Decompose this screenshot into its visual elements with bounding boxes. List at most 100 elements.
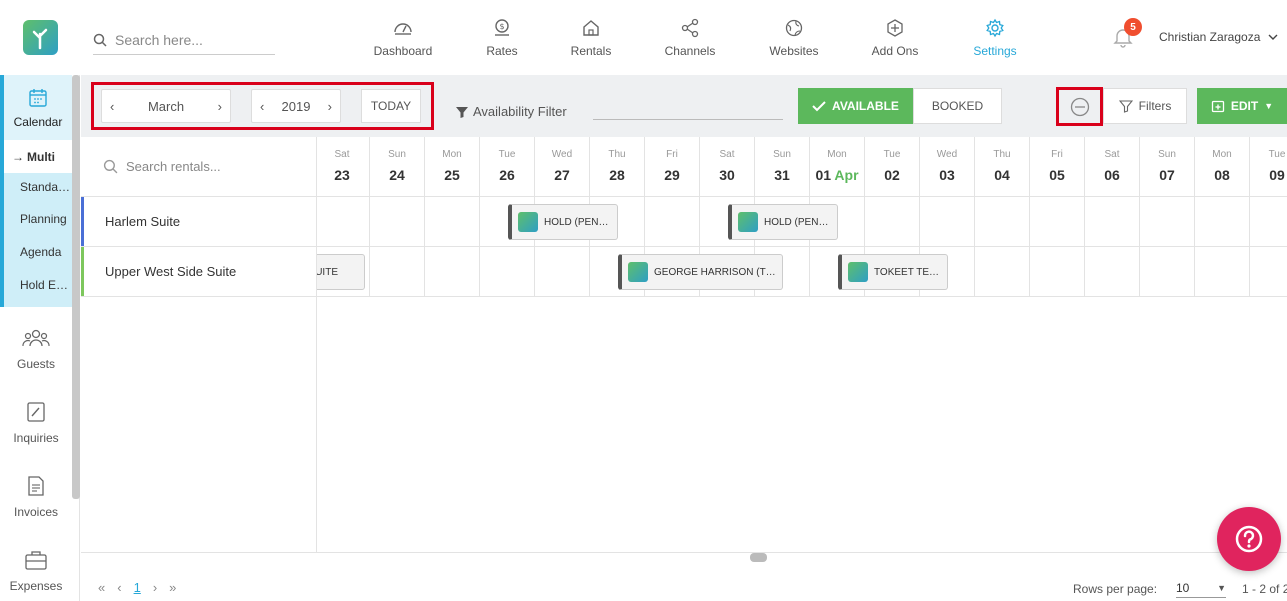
calendar-cell[interactable] bbox=[1250, 247, 1287, 297]
rows-per-page-select[interactable]: 10 ▼ bbox=[1176, 578, 1226, 598]
calendar-cell[interactable] bbox=[1250, 197, 1287, 247]
edit-button[interactable]: EDIT ▼ bbox=[1197, 88, 1287, 124]
rental-row[interactable]: Upper West Side Suite bbox=[81, 247, 317, 297]
pagination-range: 1 - 2 of 2 bbox=[1242, 582, 1287, 596]
calendar-cell[interactable] bbox=[920, 197, 975, 247]
year-picker[interactable]: ‹ 2019 › bbox=[251, 89, 341, 123]
rental-name: Upper West Side Suite bbox=[105, 264, 237, 279]
last-page-icon[interactable]: » bbox=[169, 580, 176, 595]
filters-button[interactable]: Filters bbox=[1103, 88, 1187, 124]
sidebar-sub-planning[interactable]: Planning bbox=[4, 202, 72, 235]
calendar-cell[interactable] bbox=[480, 247, 535, 297]
pagination: « ‹ 1 › » bbox=[98, 580, 176, 595]
chevron-left-icon[interactable]: ‹ bbox=[260, 99, 264, 114]
nav-settings[interactable]: Settings bbox=[969, 18, 1021, 62]
calendar-cell[interactable] bbox=[317, 197, 370, 247]
app-logo[interactable] bbox=[23, 20, 58, 55]
minus-circle-icon bbox=[1070, 97, 1089, 116]
collapse-button[interactable] bbox=[1056, 87, 1103, 126]
nav-rates[interactable]: $ Rates bbox=[481, 18, 523, 62]
sidebar-sub-standard[interactable]: Standa… bbox=[4, 170, 72, 203]
next-page-icon[interactable]: › bbox=[153, 580, 157, 595]
page-number[interactable]: 1 bbox=[134, 580, 141, 595]
calendar-cell[interactable] bbox=[370, 197, 425, 247]
day-of-week: Tue bbox=[1268, 149, 1286, 160]
footer-divider bbox=[81, 552, 1287, 553]
day-header: Tue 26 bbox=[480, 137, 535, 197]
day-header: Sat 30 bbox=[700, 137, 755, 197]
day-number: 07 bbox=[1159, 167, 1175, 183]
booking-label: HOLD (PEN… bbox=[764, 216, 829, 228]
month-picker[interactable]: ‹ March › bbox=[101, 89, 231, 123]
calendar-cell[interactable] bbox=[975, 197, 1030, 247]
first-page-icon[interactable]: « bbox=[98, 580, 105, 595]
sidebar-sub-label: Planning bbox=[20, 211, 67, 226]
rental-search[interactable]: Search rentals... bbox=[81, 137, 317, 197]
calendar-cell[interactable] bbox=[1195, 247, 1250, 297]
day-of-week: Mon bbox=[827, 149, 847, 160]
arrow-right-icon: → bbox=[12, 149, 24, 164]
rental-search-placeholder: Search rentals... bbox=[126, 159, 221, 174]
sidebar-item-calendar[interactable]: Calendar bbox=[4, 75, 72, 140]
availability-filter-input[interactable] bbox=[593, 119, 783, 120]
sidebar-sub-multi[interactable]: → Multi bbox=[4, 140, 72, 173]
calendar-cell[interactable] bbox=[425, 247, 480, 297]
calendar-cell[interactable] bbox=[1030, 197, 1085, 247]
calendar-cell[interactable] bbox=[1085, 197, 1140, 247]
sidebar-sub-hold-events[interactable]: Hold E… bbox=[4, 268, 72, 301]
day-of-week: Sat bbox=[719, 149, 735, 160]
sidebar-scrollbar[interactable] bbox=[72, 75, 80, 499]
nav-dashboard[interactable]: Dashboard bbox=[373, 18, 433, 62]
calendar-cell[interactable] bbox=[1085, 247, 1140, 297]
nav-rentals[interactable]: Rentals bbox=[565, 18, 617, 62]
sidebar-item-guests[interactable]: Guests bbox=[0, 305, 72, 371]
calendar-cell[interactable] bbox=[645, 197, 700, 247]
day-header: Mon 01 Apr bbox=[810, 137, 865, 197]
booking-block[interactable]: HOLD (PEN… bbox=[728, 204, 838, 240]
calendar-cell[interactable] bbox=[425, 197, 480, 247]
global-search[interactable]: Search here... bbox=[93, 26, 275, 55]
nav-channels[interactable]: Channels bbox=[662, 18, 718, 62]
help-button[interactable] bbox=[1217, 507, 1281, 571]
gear-icon bbox=[986, 18, 1004, 38]
today-button[interactable]: TODAY bbox=[361, 89, 421, 123]
chevron-left-icon[interactable]: ‹ bbox=[110, 99, 114, 114]
day-header: Thu 04 bbox=[975, 137, 1030, 197]
resize-handle[interactable] bbox=[750, 553, 767, 562]
rental-row[interactable]: Harlem Suite bbox=[81, 197, 317, 247]
sidebar-sub-agenda[interactable]: Agenda bbox=[4, 235, 72, 268]
chevron-right-icon[interactable]: › bbox=[218, 99, 222, 114]
chevron-right-icon[interactable]: › bbox=[328, 99, 332, 114]
day-number: 30 bbox=[719, 167, 735, 183]
calendar-cell[interactable] bbox=[535, 247, 590, 297]
calendar-cell[interactable] bbox=[1195, 197, 1250, 247]
day-number: 25 bbox=[444, 167, 460, 183]
guests-icon bbox=[22, 329, 50, 347]
sidebar-item-expenses[interactable]: Expenses bbox=[0, 527, 72, 593]
nav-add-ons[interactable]: Add Ons bbox=[869, 18, 921, 62]
booking-block[interactable]: TOKEET TE… bbox=[838, 254, 948, 290]
prev-page-icon[interactable]: ‹ bbox=[117, 580, 121, 595]
availability-filter[interactable]: Availability Filter bbox=[455, 104, 567, 119]
calendar-cell[interactable] bbox=[1140, 247, 1195, 297]
calendar-cell[interactable] bbox=[1030, 247, 1085, 297]
booked-toggle[interactable]: BOOKED bbox=[913, 88, 1002, 124]
user-menu[interactable]: Christian Zaragoza bbox=[1159, 30, 1278, 44]
calendar-cell[interactable] bbox=[1140, 197, 1195, 247]
booking-source-icon bbox=[518, 212, 538, 232]
available-toggle[interactable]: AVAILABLE bbox=[798, 88, 913, 124]
nav-websites-label: Websites bbox=[769, 44, 819, 58]
plus-icon bbox=[887, 19, 903, 37]
search-icon bbox=[93, 33, 107, 47]
sidebar-item-invoices[interactable]: Invoices bbox=[0, 453, 72, 519]
booking-block[interactable]: HOLD (PEN… bbox=[508, 204, 618, 240]
calendar-cell[interactable] bbox=[370, 247, 425, 297]
calendar-cell[interactable] bbox=[865, 197, 920, 247]
booking-block[interactable]: SIDE SUITE bbox=[317, 254, 365, 290]
booking-source-icon bbox=[628, 262, 648, 282]
user-name: Christian Zaragoza bbox=[1159, 30, 1261, 44]
booking-block[interactable]: GEORGE HARRISON (T… bbox=[618, 254, 783, 290]
sidebar-item-inquiries[interactable]: Inquiries bbox=[0, 379, 72, 445]
nav-websites[interactable]: Websites bbox=[766, 18, 822, 62]
calendar-cell[interactable] bbox=[975, 247, 1030, 297]
